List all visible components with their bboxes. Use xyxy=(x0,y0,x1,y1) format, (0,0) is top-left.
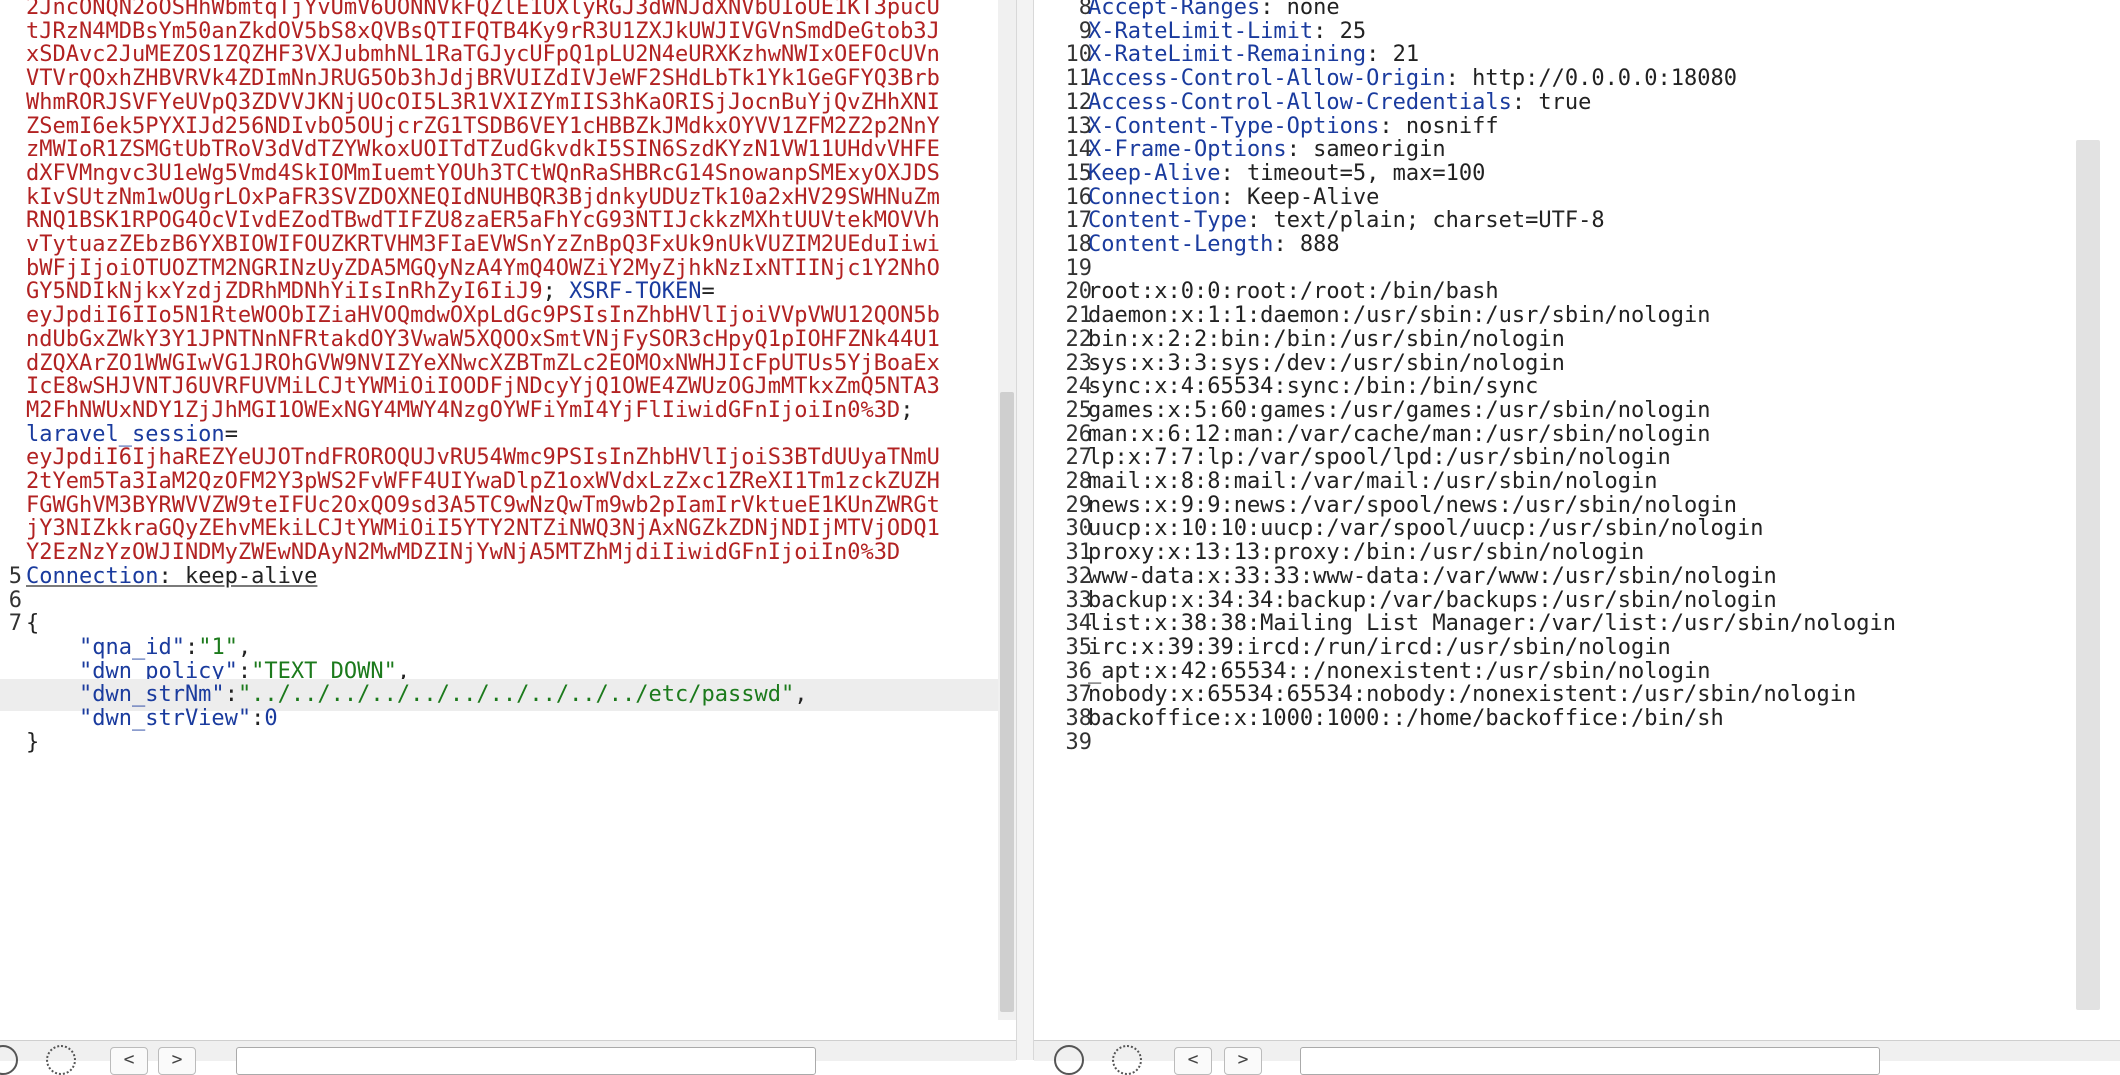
back-button[interactable]: < xyxy=(1174,1047,1212,1075)
response-scrollbar[interactable] xyxy=(2076,0,2120,1020)
response-editor-pane[interactable]: 8 Accept-Ranges: none 9 X-RateLimit-Limit: … xyxy=(1034,0,2120,1020)
line-number: 39 xyxy=(1065,729,1093,755)
request-toolbar: < > xyxy=(0,1040,1016,1075)
code-token: } xyxy=(26,729,40,755)
back-button[interactable]: < xyxy=(110,1047,148,1075)
code-line[interactable]: } xyxy=(0,727,1016,759)
forward-button[interactable]: > xyxy=(158,1047,196,1075)
search-input[interactable] xyxy=(1300,1047,1880,1075)
request-editor-pane[interactable]: 2JncONQN2oOSHhWbmtqTjYvUmV6UONNVkFQZlE1U… xyxy=(0,0,1016,1020)
gear-icon[interactable] xyxy=(46,1045,76,1075)
request-editor[interactable]: 2JncONQN2oOSHhWbmtqTjYvUmV6UONNVkFQZlE1U… xyxy=(0,0,1016,1020)
help-circle-icon[interactable] xyxy=(0,1045,18,1075)
response-toolbar: < > xyxy=(1034,1040,2120,1075)
response-editor[interactable]: 8 Accept-Ranges: none 9 X-RateLimit-Limit: … xyxy=(1034,0,2120,1020)
help-circle-icon[interactable] xyxy=(1054,1045,1084,1075)
response-scrollbar-thumb[interactable] xyxy=(2076,140,2100,1010)
request-scrollbar-thumb[interactable] xyxy=(1000,392,1014,1012)
search-input[interactable] xyxy=(236,1047,816,1075)
request-scrollbar[interactable] xyxy=(998,0,1016,1020)
pane-divider[interactable] xyxy=(1016,0,1034,1060)
gear-icon[interactable] xyxy=(1112,1045,1142,1075)
line-content: } xyxy=(26,727,39,759)
code-line[interactable]: 39 xyxy=(1034,727,2120,759)
forward-button[interactable]: > xyxy=(1224,1047,1262,1075)
